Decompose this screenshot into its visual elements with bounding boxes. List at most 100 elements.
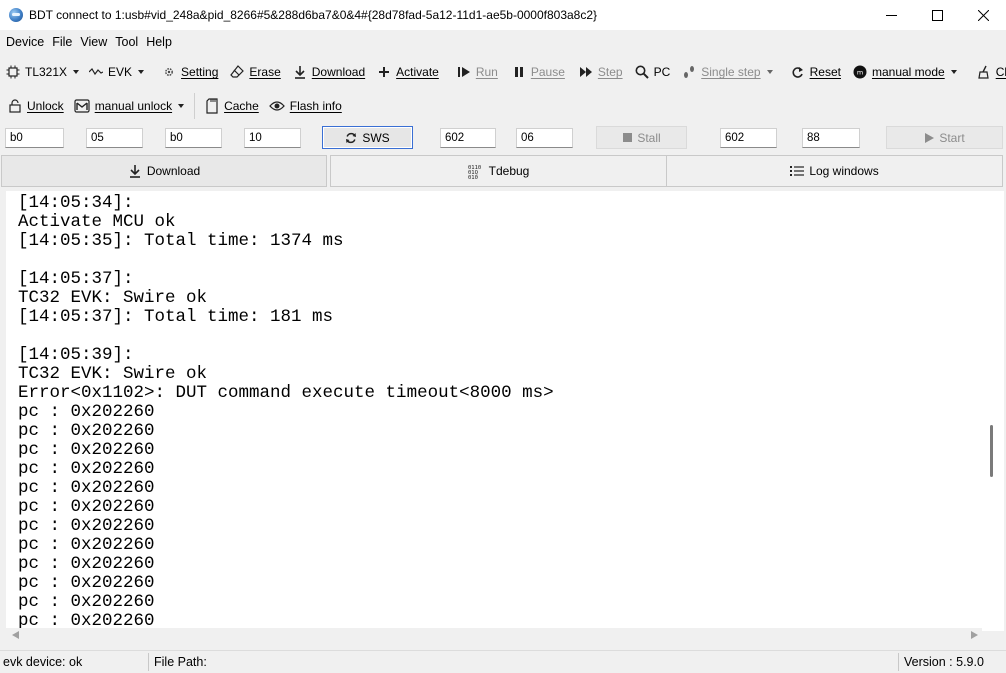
toolbar-divider xyxy=(194,93,196,119)
tab-tdebug[interactable]: 0110 01Q 010 Tdebug xyxy=(330,155,667,187)
log-line: TC32 EVK: Swire ok xyxy=(18,364,208,384)
gear-icon xyxy=(162,65,176,79)
pc-label: PC xyxy=(653,65,671,79)
maximize-button[interactable] xyxy=(914,0,960,30)
setting-label: Setting xyxy=(181,65,219,79)
download-icon xyxy=(293,65,307,79)
waveform-icon xyxy=(89,65,104,79)
log-line: pc : 0x202260 xyxy=(18,459,155,479)
run-button[interactable]: Run xyxy=(457,59,498,85)
eye-icon xyxy=(268,99,285,113)
log-text: [14:05:34]: Activate MCU ok [14:05:35]: To… xyxy=(18,194,554,631)
tab-download[interactable]: Download xyxy=(1,155,327,187)
activate-button[interactable]: Activate xyxy=(377,59,439,85)
tab-tdebug-label: Tdebug xyxy=(488,164,530,178)
chip-select-label: TL321X xyxy=(25,65,68,79)
step-button[interactable]: Step xyxy=(579,59,623,85)
menu-tool[interactable]: Tool xyxy=(115,35,138,49)
sws-button[interactable]: SWS xyxy=(322,126,413,149)
mode-select[interactable]: m manual mode xyxy=(853,59,957,85)
log-line: [14:05:34]: xyxy=(18,193,134,213)
step-label: Step xyxy=(597,65,623,79)
addr-field-4[interactable] xyxy=(244,128,301,148)
secondary-toolbar: Unlock manual unlock Cache Flash info xyxy=(0,89,1006,123)
version-status: Version : 5.9.0 xyxy=(904,655,984,669)
svg-text:010: 010 xyxy=(468,175,478,179)
addr-field-8[interactable] xyxy=(802,128,860,148)
menu-device[interactable]: Device xyxy=(6,35,44,49)
addr-field-2[interactable] xyxy=(86,128,143,148)
addr-field-6[interactable] xyxy=(516,128,573,148)
chevron-down-icon xyxy=(766,70,773,74)
sd-card-icon xyxy=(205,98,219,114)
scroll-left-icon[interactable] xyxy=(12,631,19,639)
log-output[interactable]: [14:05:34]: Activate MCU ok [14:05:35]: To… xyxy=(6,191,1004,631)
log-line: pc : 0x202260 xyxy=(18,421,155,441)
file-path-status: File Path: xyxy=(154,655,207,669)
addr-field-7[interactable] xyxy=(720,128,777,148)
device-status: evk device: ok xyxy=(3,655,83,669)
download-label: Download xyxy=(311,65,366,79)
single-step-label: Single step xyxy=(701,65,761,79)
log-line: pc : 0x202260 xyxy=(18,554,155,574)
tab-log-windows-label: Log windows xyxy=(809,164,879,178)
close-icon xyxy=(977,9,989,21)
stall-button[interactable]: Stall xyxy=(596,126,687,149)
vertical-scrollbar[interactable] xyxy=(982,191,1004,631)
download-button[interactable]: Download xyxy=(293,59,365,85)
binary-icon: 0110 01Q 010 xyxy=(468,163,484,179)
close-button[interactable] xyxy=(960,0,1006,30)
window-controls xyxy=(868,0,1006,30)
unlock-icon xyxy=(8,99,22,113)
minimize-icon xyxy=(885,14,897,16)
addr-field-1[interactable] xyxy=(5,128,64,148)
reset-button[interactable]: Reset xyxy=(791,59,841,85)
chevron-down-icon xyxy=(138,70,145,74)
tab-log-windows[interactable]: Log windows xyxy=(666,155,1003,187)
stall-label: Stall xyxy=(637,130,661,145)
menu-file[interactable]: File xyxy=(52,35,72,49)
app-window: BDT connect to 1:usb#vid_248a&pid_8266#5… xyxy=(0,0,1006,672)
chip-icon xyxy=(6,65,20,79)
clear-button[interactable]: Clear xyxy=(977,59,1006,85)
log-line: Error<0x1102>: DUT command execute timeo… xyxy=(18,383,554,403)
unlock-button[interactable]: Unlock xyxy=(8,93,64,119)
manual-unlock-select[interactable]: manual unlock xyxy=(74,93,185,119)
tab-download-label: Download xyxy=(146,164,201,178)
menu-help[interactable]: Help xyxy=(146,35,172,49)
chevron-down-icon xyxy=(73,70,80,74)
board-select[interactable]: EVK xyxy=(89,59,145,85)
pc-button[interactable]: PC xyxy=(635,59,671,85)
tab-bar: Download 0110 01Q 010 Tdebug Log windows xyxy=(0,155,1006,187)
addr-field-5[interactable] xyxy=(440,128,496,148)
pause-button[interactable]: Pause xyxy=(512,59,565,85)
scroll-right-icon[interactable] xyxy=(971,631,978,639)
minimize-button[interactable] xyxy=(868,0,914,30)
activate-label: Activate xyxy=(396,65,439,79)
addr-field-3[interactable] xyxy=(165,128,222,148)
status-divider xyxy=(148,653,149,671)
log-line: pc : 0x202260 xyxy=(18,535,155,555)
mode-label: manual mode xyxy=(871,65,945,79)
chip-select[interactable]: TL321X xyxy=(6,59,80,85)
horizontal-scrollbar[interactable] xyxy=(6,628,982,642)
erase-button[interactable]: Erase xyxy=(230,59,281,85)
unlock-label: Unlock xyxy=(27,99,64,113)
cache-button[interactable]: Cache xyxy=(205,93,259,119)
setting-button[interactable]: Setting xyxy=(162,59,218,85)
sws-label: SWS xyxy=(362,130,390,145)
cache-label: Cache xyxy=(224,99,259,113)
menu-view[interactable]: View xyxy=(80,35,107,49)
log-line: [14:05:35]: Total time: 1374 ms xyxy=(18,231,344,251)
single-step-select[interactable]: Single step xyxy=(682,59,773,85)
flash-info-label: Flash info xyxy=(289,99,342,113)
log-line: pc : 0x202260 xyxy=(18,402,155,422)
download-icon xyxy=(128,164,142,178)
flash-info-button[interactable]: Flash info xyxy=(268,93,342,119)
start-button[interactable]: Start xyxy=(886,126,1003,149)
scroll-thumb[interactable] xyxy=(990,425,993,477)
log-line: [14:05:39]: xyxy=(18,345,134,365)
app-logo-icon xyxy=(9,8,23,22)
svg-text:m: m xyxy=(857,69,863,77)
mode-icon: m xyxy=(853,65,867,79)
